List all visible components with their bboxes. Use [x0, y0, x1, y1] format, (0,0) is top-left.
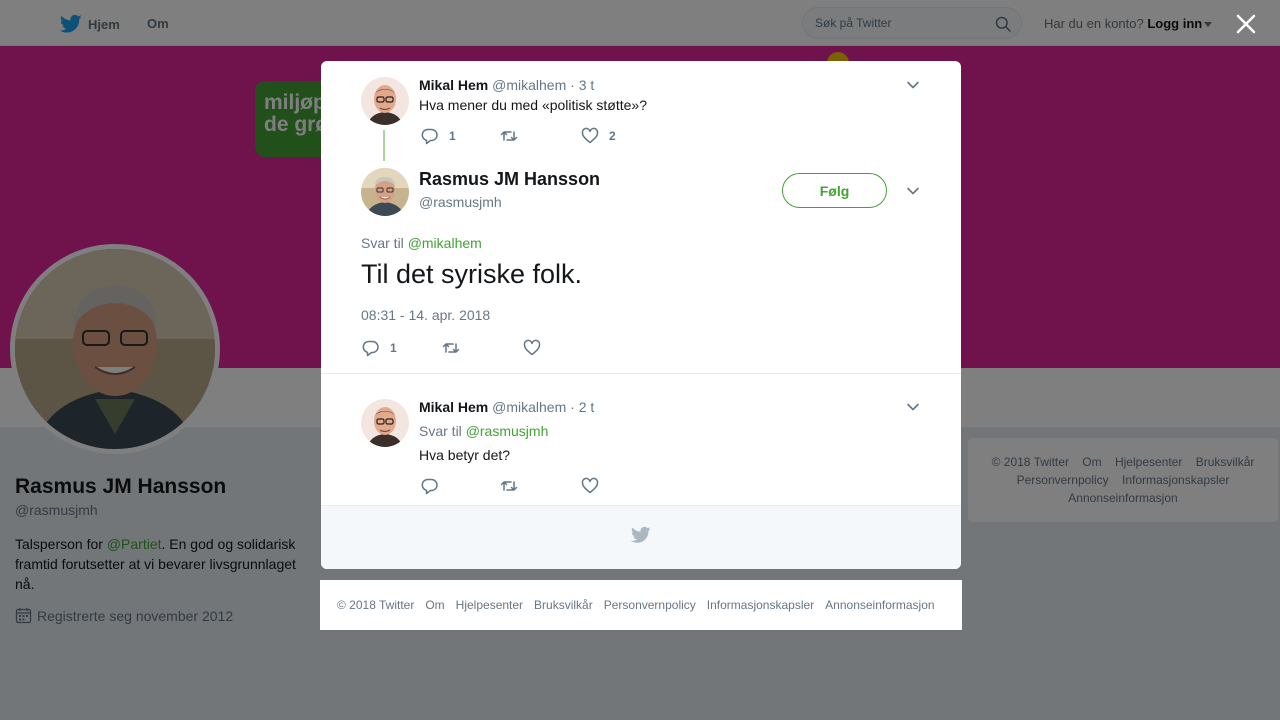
- footer-link-about[interactable]: Om: [425, 598, 444, 612]
- avatar[interactable]: [361, 399, 409, 447]
- chevron-down-icon[interactable]: [906, 184, 920, 198]
- footer-link-terms[interactable]: Bruksvilkår: [534, 598, 593, 612]
- modal-footer: [321, 505, 961, 569]
- tweet-time[interactable]: 3 t: [579, 77, 595, 93]
- tweet-text: Hva betyr det?: [419, 447, 511, 463]
- tweet-author-name[interactable]: Mikal Hem: [419, 399, 488, 415]
- heart-icon: [523, 339, 541, 356]
- tweet-text: Hva mener du med «politisk støtte»?: [419, 97, 647, 113]
- avatar[interactable]: [361, 168, 409, 216]
- thread-connector: [383, 130, 385, 161]
- tweet-header: Mikal Hem @mikalhem · 2 t: [419, 399, 594, 415]
- reply-prefix: Svar til: [361, 235, 404, 251]
- reply-count: 1: [449, 129, 456, 143]
- divider: [321, 373, 961, 374]
- like-button[interactable]: [523, 339, 541, 357]
- footer-copyright: © 2018 Twitter: [337, 598, 415, 612]
- twitter-bird-icon: [631, 526, 651, 543]
- tweet-author-handle[interactable]: @mikalhem: [492, 399, 566, 415]
- reply-icon: [362, 340, 379, 357]
- footer-link-cookies[interactable]: Informasjonskapsler: [707, 598, 814, 612]
- avatar-mikal: [361, 77, 409, 125]
- tweet-author-name[interactable]: Rasmus JM Hansson: [419, 169, 600, 190]
- reply-icon: [421, 128, 438, 145]
- retweet-button[interactable]: [500, 477, 518, 495]
- heart-icon: [581, 477, 599, 494]
- tweet-separator: ·: [570, 77, 575, 93]
- retweet-icon: [500, 481, 518, 491]
- reply-mention-link[interactable]: @mikalhem: [408, 235, 482, 251]
- avatar-mikal: [361, 399, 409, 447]
- tweet-time[interactable]: 2 t: [579, 399, 595, 415]
- retweet-icon: [442, 343, 460, 353]
- tweet-author-name[interactable]: Mikal Hem: [419, 77, 488, 93]
- tweet-header: Mikal Hem @mikalhem · 3 t: [419, 77, 594, 93]
- reply-prefix: Svar til: [419, 423, 462, 439]
- tweet-timestamp[interactable]: 08:31 - 14. apr. 2018: [361, 307, 490, 323]
- like-button[interactable]: [581, 477, 599, 495]
- tweet-separator: ·: [570, 399, 575, 415]
- modal-page-footer: © 2018 Twitter Om Hjelpesenter Bruksvilk…: [320, 580, 962, 630]
- footer-link-ads[interactable]: Annonseinformasjon: [825, 598, 934, 612]
- close-icon[interactable]: [1230, 8, 1262, 40]
- tweet-author-handle[interactable]: @mikalhem: [492, 77, 566, 93]
- tweet-permalink-modal: Mikal Hem @mikalhem · 3 t Hva mener du m…: [321, 61, 961, 569]
- tweet-author-handle[interactable]: @rasmusjmh: [419, 194, 502, 210]
- heart-icon: [581, 127, 599, 144]
- tweet-text: Til det syriske folk.: [361, 259, 583, 289]
- reply-button[interactable]: [421, 477, 439, 495]
- chevron-down-icon[interactable]: [906, 78, 920, 92]
- reply-context: Svar til @rasmusjmh: [419, 423, 548, 439]
- reply-button[interactable]: 1: [362, 339, 397, 357]
- reply-mention-link[interactable]: @rasmusjmh: [466, 423, 549, 439]
- follow-button[interactable]: Følg: [782, 173, 887, 208]
- footer-link-help[interactable]: Hjelpesenter: [456, 598, 523, 612]
- like-button[interactable]: 2: [581, 127, 616, 145]
- reply-icon: [421, 478, 438, 495]
- footer-link-privacy[interactable]: Personvernpolicy: [604, 598, 696, 612]
- retweet-button[interactable]: [442, 339, 460, 357]
- avatar-rasmus: [361, 168, 409, 216]
- like-count: 2: [609, 129, 616, 143]
- avatar[interactable]: [361, 77, 409, 125]
- reply-context: Svar til @mikalhem: [361, 235, 482, 251]
- retweet-button[interactable]: [500, 127, 518, 145]
- retweet-icon: [500, 131, 518, 141]
- reply-count: 1: [390, 341, 397, 355]
- reply-button[interactable]: 1: [421, 127, 456, 145]
- chevron-down-icon[interactable]: [906, 400, 920, 414]
